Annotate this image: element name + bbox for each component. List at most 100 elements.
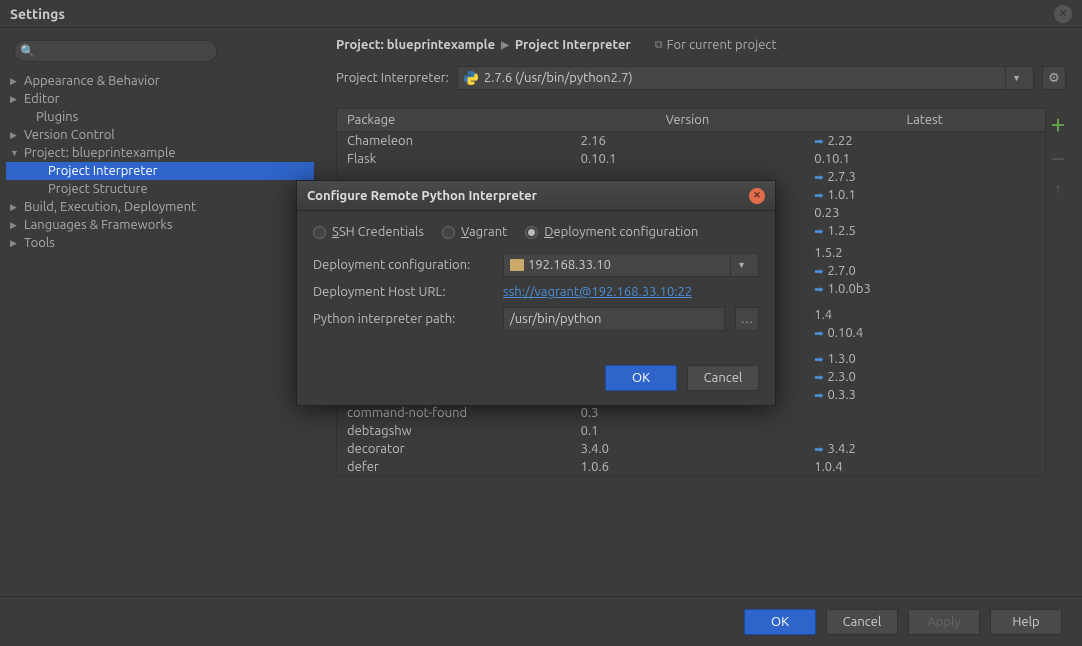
chevron-right-icon: ▶ xyxy=(10,94,22,105)
chevron-right-icon: ▶ xyxy=(10,202,22,213)
header-package[interactable]: Package xyxy=(337,109,571,131)
upgrade-package-button[interactable]: ↑ xyxy=(1050,180,1066,199)
cell-package: Flask xyxy=(337,151,571,167)
interp-path-input[interactable] xyxy=(503,307,725,331)
settings-sidebar: 🔍 ▶Appearance & Behavior▶EditorPlugins▶V… xyxy=(0,28,320,596)
upgrade-arrow-icon: ➡ xyxy=(814,371,823,384)
interpreter-label: Project Interpreter: xyxy=(336,71,449,85)
table-row[interactable]: command-not-found0.3 xyxy=(337,404,1045,422)
tree-item[interactable]: Project Structure xyxy=(6,180,314,198)
tree-item-label: Build, Execution, Deployment xyxy=(22,200,196,214)
deploy-config-value: 192.168.33.10 xyxy=(528,258,611,272)
tree-item-label: Project Interpreter xyxy=(46,164,158,178)
dialog-ok-button[interactable]: OK xyxy=(605,365,677,391)
close-icon[interactable]: ✕ xyxy=(1054,5,1072,23)
tree-item[interactable]: ▶Appearance & Behavior xyxy=(6,72,314,90)
tree-item[interactable]: ▶Languages & Frameworks xyxy=(6,216,314,234)
cell-latest: ➡2.3.0 xyxy=(804,369,1045,385)
table-header: Package Version Latest xyxy=(337,109,1045,132)
header-latest[interactable]: Latest xyxy=(804,109,1045,131)
dialog-title: Configure Remote Python Interpreter xyxy=(307,189,749,203)
configure-remote-interpreter-dialog: Configure Remote Python Interpreter ✕ SS… xyxy=(296,180,776,406)
titlebar: Settings ✕ xyxy=(0,0,1082,28)
cell-package: debtagshw xyxy=(337,423,571,439)
tree-item[interactable]: ▶Tools xyxy=(6,234,314,252)
chevron-right-icon: ▶ xyxy=(10,238,22,249)
gear-icon[interactable]: ⚙ xyxy=(1042,66,1066,90)
header-version[interactable]: Version xyxy=(571,109,805,131)
tree-item-label: Languages & Frameworks xyxy=(22,218,173,232)
remove-package-button[interactable]: － xyxy=(1050,146,1066,170)
python-icon xyxy=(464,71,478,85)
ok-button[interactable]: OK xyxy=(744,609,816,635)
search-input[interactable] xyxy=(14,40,217,62)
cell-package: Chameleon xyxy=(337,133,571,149)
upgrade-arrow-icon: ➡ xyxy=(814,327,823,340)
radio-vagrant[interactable]: Vagrant xyxy=(442,225,507,239)
cell-latest xyxy=(804,347,1045,349)
radio-ssh-credentials[interactable]: SSH Credentials xyxy=(313,225,424,239)
deploy-config-label: Deployment configuration: xyxy=(313,258,493,272)
tree-item[interactable]: ▼Project: blueprintexample xyxy=(6,144,314,162)
cell-package: decorator xyxy=(337,441,571,457)
tree-item-label: Version Control xyxy=(22,128,115,142)
tree-item-label: Appearance & Behavior xyxy=(22,74,160,88)
breadcrumb: Project: blueprintexample ▶ Project Inte… xyxy=(336,38,1066,52)
cell-latest: ➡1.0.1 xyxy=(804,187,1045,203)
breadcrumb-project: Project: blueprintexample xyxy=(336,38,495,52)
cell-latest: ➡3.4.2 xyxy=(804,441,1045,457)
cell-latest: 1.5.2 xyxy=(804,245,1045,261)
tree-item[interactable]: Project Interpreter xyxy=(6,162,314,180)
cell-version: 0.3 xyxy=(571,405,805,421)
radio-icon xyxy=(313,226,326,239)
upgrade-arrow-icon: ➡ xyxy=(814,353,823,366)
dialog-cancel-button[interactable]: Cancel xyxy=(687,365,759,391)
upgrade-arrow-icon: ➡ xyxy=(814,171,823,184)
cell-latest: ➡1.0.0b3 xyxy=(804,281,1045,297)
tree-item[interactable]: ▶Build, Execution, Deployment xyxy=(6,198,314,216)
upgrade-arrow-icon: ➡ xyxy=(814,283,823,296)
dialog-close-icon[interactable]: ✕ xyxy=(749,188,765,204)
deploy-config-combo[interactable]: 192.168.33.10 ▼ xyxy=(503,253,759,277)
tree-item[interactable]: ▶Editor xyxy=(6,90,314,108)
chevron-down-icon: ▼ xyxy=(10,148,22,158)
cell-latest xyxy=(804,343,1045,345)
cell-latest: 0.23 xyxy=(804,205,1045,221)
table-row[interactable]: decorator3.4.0➡3.4.2 xyxy=(337,440,1045,458)
browse-button[interactable]: … xyxy=(735,307,759,331)
add-package-button[interactable]: ＋ xyxy=(1050,112,1066,136)
window-title: Settings xyxy=(10,6,1054,22)
cell-version: 1.0.6 xyxy=(571,459,805,475)
tree-item-label: Tools xyxy=(22,236,55,250)
cell-latest: ➡2.7.3 xyxy=(804,169,1045,185)
table-row[interactable]: Flask0.10.10.10.1 xyxy=(337,150,1045,168)
tree-item[interactable]: Plugins xyxy=(6,108,314,126)
chevron-right-icon: ▶ xyxy=(501,39,509,51)
for-current-project-label: For current project xyxy=(667,38,777,52)
interpreter-value: 2.7.6 (/usr/bin/python2.7) xyxy=(484,71,633,85)
cell-latest xyxy=(804,299,1045,301)
cell-latest: ➡0.3.3 xyxy=(804,387,1045,403)
apply-button[interactable]: Apply xyxy=(908,609,980,635)
tree-item[interactable]: ▶Version Control xyxy=(6,126,314,144)
upgrade-arrow-icon: ➡ xyxy=(814,265,823,278)
cell-latest: ➡1.3.0 xyxy=(804,351,1045,367)
radio-icon xyxy=(525,226,538,239)
cell-package: command-not-found xyxy=(337,405,571,421)
breadcrumb-page: Project Interpreter xyxy=(515,38,631,52)
dialog-titlebar[interactable]: Configure Remote Python Interpreter ✕ xyxy=(297,181,775,211)
chevron-right-icon: ▶ xyxy=(10,76,22,87)
help-button[interactable]: Help xyxy=(990,609,1062,635)
host-url-link[interactable]: ssh://vagrant@192.168.33.10:22 xyxy=(503,285,692,299)
package-tools: ＋ － ↑ xyxy=(1050,108,1066,477)
upgrade-arrow-icon: ➡ xyxy=(814,443,823,456)
interp-path-label: Python interpreter path: xyxy=(313,312,493,326)
table-row[interactable]: defer1.0.61.0.4 xyxy=(337,458,1045,476)
interpreter-combo[interactable]: 2.7.6 (/usr/bin/python2.7) ▼ xyxy=(457,66,1034,90)
cell-package: defer xyxy=(337,459,571,475)
dropdown-arrow-icon: ▼ xyxy=(730,254,752,276)
radio-deployment-config[interactable]: Deployment configuration xyxy=(525,225,698,239)
table-row[interactable]: debtagshw0.1 xyxy=(337,422,1045,440)
cancel-button[interactable]: Cancel xyxy=(826,609,898,635)
table-row[interactable]: Chameleon2.16➡2.22 xyxy=(337,132,1045,150)
